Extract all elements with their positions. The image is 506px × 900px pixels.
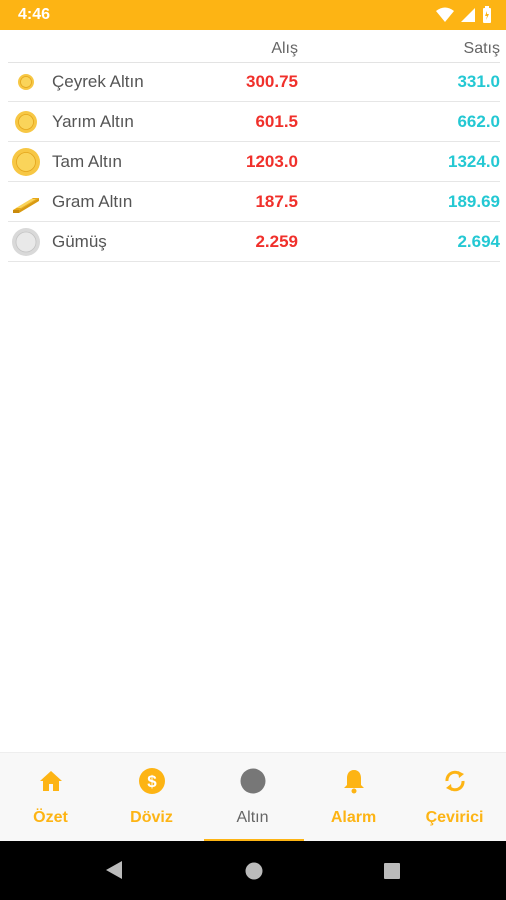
battery-icon xyxy=(482,6,492,29)
list-item[interactable]: Tam Altın 1203.0 1324.0 xyxy=(8,142,500,182)
nav-label: Çevirici xyxy=(425,809,484,826)
sell-price: 662.0 xyxy=(457,112,500,131)
buy-price: 2.259 xyxy=(255,232,298,251)
nav-item-cevirici[interactable]: Çevirici xyxy=(404,753,505,842)
home-button-icon[interactable] xyxy=(244,861,264,886)
back-icon[interactable] xyxy=(104,859,124,886)
nav-item-doviz[interactable]: $ Döviz xyxy=(101,753,202,842)
nav-label: Döviz xyxy=(130,809,173,826)
buy-price: 601.5 xyxy=(255,112,298,131)
circle-icon xyxy=(239,767,267,795)
list-item[interactable]: Çeyrek Altın 300.75 331.0 xyxy=(8,62,500,102)
nav-label: Alarm xyxy=(330,809,377,826)
buy-price: 1203.0 xyxy=(246,152,298,171)
nav-item-alarm[interactable]: Alarm xyxy=(303,753,404,842)
item-name: Gümüş xyxy=(52,232,107,251)
nav-label: Özet xyxy=(33,809,68,826)
list-item[interactable]: Gram Altın 187.5 189.69 xyxy=(8,182,500,222)
list-item[interactable]: Gümüş 2.259 2.694 xyxy=(8,222,500,262)
silver-coin-icon xyxy=(11,228,41,256)
nav-item-ozet[interactable]: Özet xyxy=(0,753,101,842)
bell-icon xyxy=(340,767,368,795)
bottom-navigation: Özet $ Döviz Altın Alarm Çevirici xyxy=(0,752,506,842)
sell-price: 1324.0 xyxy=(448,152,500,171)
item-name: Yarım Altın xyxy=(52,112,134,131)
sell-column-header: Satış xyxy=(463,40,500,57)
status-bar: 4:46 xyxy=(0,0,506,30)
sell-price: 189.69 xyxy=(448,192,500,211)
item-name: Çeyrek Altın xyxy=(52,72,144,91)
buy-column-header: Alış xyxy=(271,40,298,57)
sell-price: 331.0 xyxy=(457,72,500,91)
signal-icon xyxy=(460,7,476,28)
status-time: 4:46 xyxy=(18,6,51,23)
sell-price: 2.694 xyxy=(457,232,500,251)
large-gold-coin-icon xyxy=(11,148,41,176)
refresh-icon xyxy=(441,767,469,795)
gold-bar-icon xyxy=(11,189,41,215)
small-gold-coin-icon xyxy=(11,69,41,95)
nav-label: Altın xyxy=(236,809,269,826)
medium-gold-coin-icon xyxy=(11,109,41,135)
nav-item-altin[interactable]: Altın xyxy=(202,753,303,842)
system-navigation-bar xyxy=(0,841,506,900)
gold-price-list: Çeyrek Altın 300.75 331.0 Yarım Altın 60… xyxy=(8,62,500,262)
table-header: Alış Satış xyxy=(8,30,500,63)
wifi-icon xyxy=(436,7,454,28)
item-name: Gram Altın xyxy=(52,192,133,211)
home-icon xyxy=(37,767,65,795)
buy-price: 300.75 xyxy=(246,72,298,91)
status-icons xyxy=(436,6,492,29)
item-name: Tam Altın xyxy=(52,152,122,171)
dollar-circle-icon: $ xyxy=(138,767,166,795)
list-item[interactable]: Yarım Altın 601.5 662.0 xyxy=(8,102,500,142)
buy-price: 187.5 xyxy=(255,192,298,211)
recents-icon[interactable] xyxy=(383,862,401,885)
svg-text:$: $ xyxy=(147,772,157,791)
